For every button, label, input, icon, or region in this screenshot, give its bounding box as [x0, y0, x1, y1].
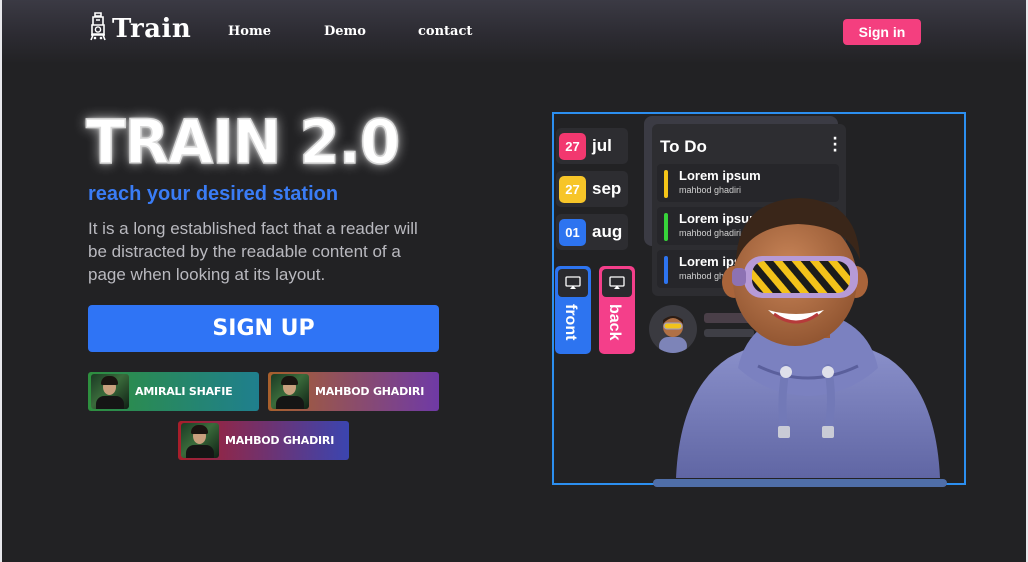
flip-card-front: front: [555, 266, 591, 354]
date-month: jul: [592, 136, 612, 155]
contributor-card[interactable]: AMIRALI SHAFIE: [88, 372, 259, 411]
avatar: [91, 374, 129, 409]
flip-card-back: back: [599, 266, 635, 354]
date-day: 27: [559, 132, 586, 160]
more-vertical-icon: · · ·: [832, 131, 838, 159]
todo-item-title: Lorem ipsum: [679, 168, 761, 183]
frame-edge-left: [0, 0, 2, 562]
date-month: aug: [592, 222, 623, 241]
contributor-name: AMIRALI SHAFIE: [135, 385, 233, 398]
vr-character-illustration: [668, 190, 948, 480]
sign-in-button[interactable]: Sign in: [843, 19, 921, 45]
logo-text: Train: [112, 14, 192, 44]
date-day: 27: [559, 175, 586, 203]
todo-title: To Do: [660, 137, 707, 156]
date-pill: 27 jul: [556, 128, 628, 164]
date-day: 01: [559, 218, 586, 246]
nav-link-home[interactable]: Home: [228, 24, 271, 39]
train-icon: [88, 12, 108, 46]
sign-up-button[interactable]: SIGN UP: [88, 305, 439, 352]
nav-link-demo[interactable]: Demo: [324, 24, 366, 39]
illustration-base-bar: [653, 479, 947, 487]
hero-subtitle: reach your desired station: [88, 183, 339, 205]
nav-link-contact[interactable]: contact: [418, 24, 472, 39]
date-month: sep: [592, 179, 622, 198]
flip-card-label: front: [562, 304, 579, 341]
avatar: [181, 423, 219, 458]
hero-title: TRAIN 2.0: [85, 106, 401, 179]
date-pill: 01 aug: [556, 214, 628, 250]
avatar: [271, 374, 309, 409]
cast-icon: [558, 269, 588, 297]
contributor-name: MAHBOD GHADIRI: [225, 434, 335, 447]
hero-description: It is a long established fact that a rea…: [88, 219, 418, 284]
flip-card-label: back: [606, 304, 623, 341]
cast-icon: [602, 269, 632, 297]
logo[interactable]: Train: [88, 12, 191, 46]
contributor-card[interactable]: MAHBOD GHADIRI: [178, 421, 349, 460]
date-pill: 27 sep: [556, 171, 628, 207]
contributor-name: MAHBOD GHADIRI: [315, 385, 425, 398]
navbar: Train Home Demo contact Sign in: [2, 0, 1026, 64]
contributor-card[interactable]: MAHBOD GHADIRI: [268, 372, 439, 411]
